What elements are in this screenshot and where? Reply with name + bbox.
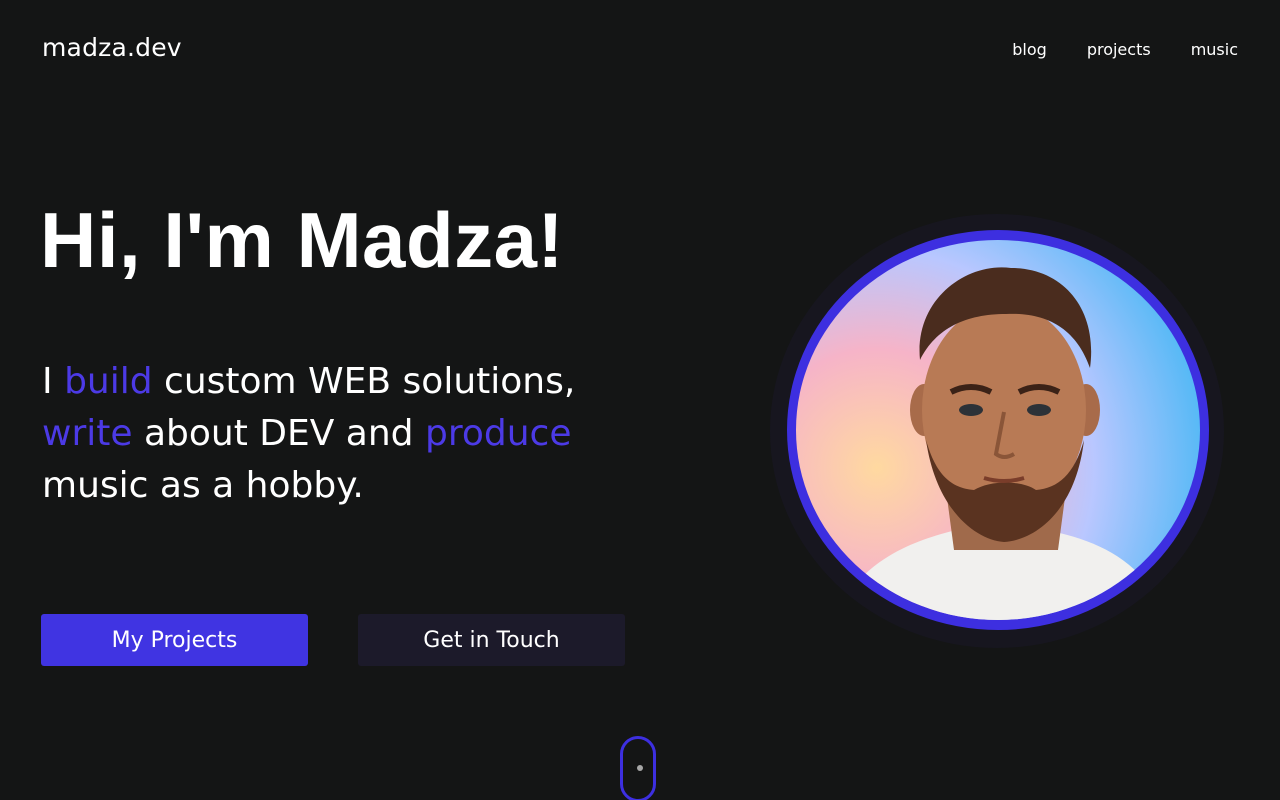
mouse-scroll-icon[interactable] xyxy=(620,736,656,800)
nav-link-projects[interactable]: projects xyxy=(1087,40,1151,59)
hero-text-part: music as a hobby. xyxy=(42,465,364,506)
nav-link-blog[interactable]: blog xyxy=(1012,40,1047,59)
profile-photo xyxy=(796,240,1200,620)
hero-highlight-write: write xyxy=(42,413,133,454)
hero-description: I build custom WEB solutions, write abou… xyxy=(42,356,662,512)
my-projects-button[interactable]: My Projects xyxy=(41,614,308,666)
hero-text-part: custom WEB solutions, xyxy=(152,361,576,402)
hero-title: Hi, I'm Madza! xyxy=(40,196,564,284)
hero-text-part: I xyxy=(42,361,65,402)
nav-link-music[interactable]: music xyxy=(1191,40,1238,59)
site-logo[interactable]: madza.dev xyxy=(42,33,182,62)
hero-highlight-produce: produce xyxy=(424,413,572,454)
page: madza.dev blog projects music Hi, I'm Ma… xyxy=(0,0,1280,800)
get-in-touch-button[interactable]: Get in Touch xyxy=(358,614,625,666)
scroll-wheel-dot xyxy=(637,765,643,771)
hero-highlight-build: build xyxy=(64,361,153,402)
profile-illustration xyxy=(836,267,1166,620)
hero-text-part: about DEV and xyxy=(132,413,425,454)
main-nav: blog projects music xyxy=(1012,40,1238,59)
